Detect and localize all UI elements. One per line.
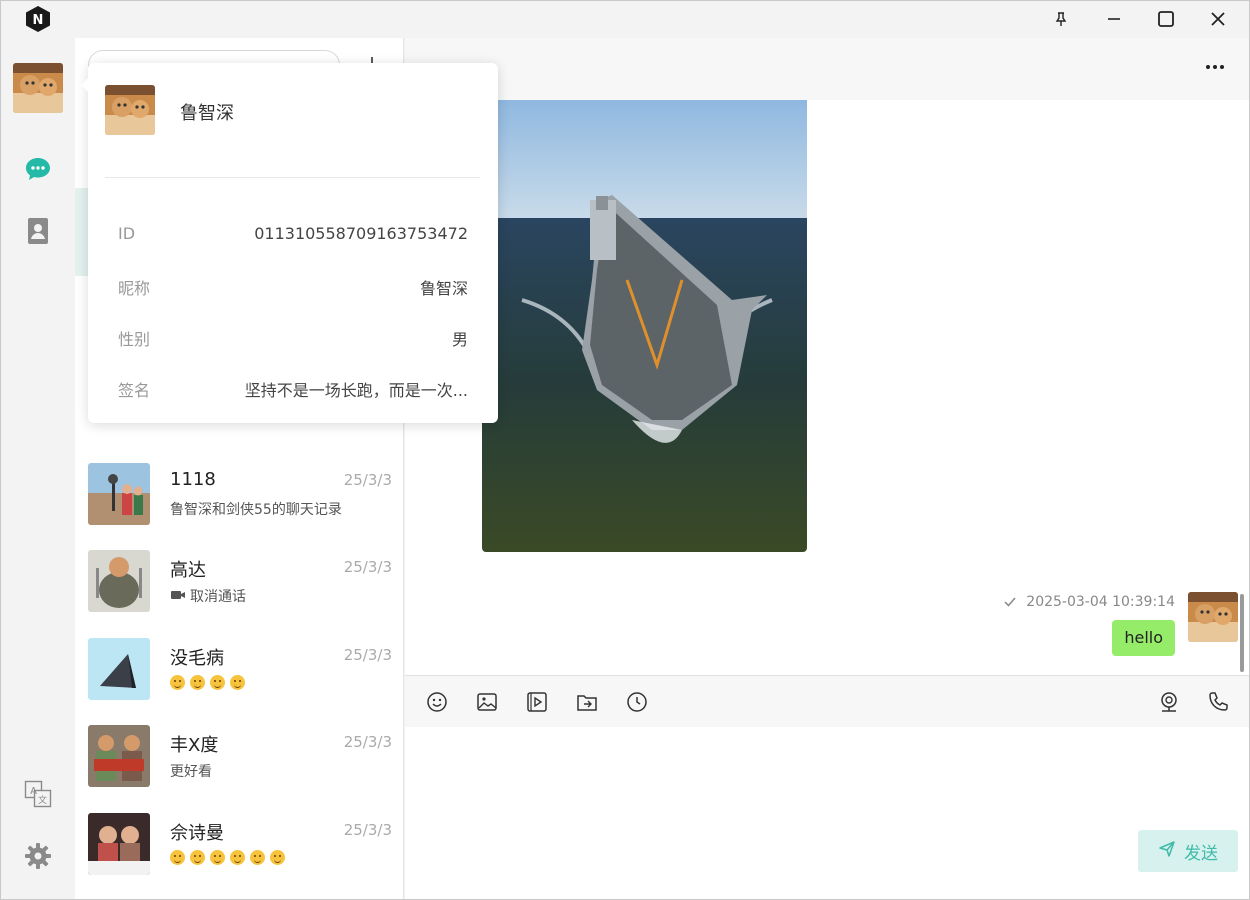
- field-value: 坚持不是一场长跑，而是一次...: [244, 381, 468, 400]
- session-row[interactable]: 佘诗曼 25/3/3: [75, 803, 404, 891]
- svg-text:N: N: [33, 13, 44, 28]
- user-avatar[interactable]: [13, 63, 63, 113]
- settings-icon[interactable]: [24, 842, 52, 870]
- contacts-icon[interactable]: [24, 217, 52, 245]
- emoji-icon: [210, 849, 225, 865]
- chat-toolbar: [405, 675, 1250, 727]
- file-icon[interactable]: [574, 689, 600, 715]
- field-label: 性别: [118, 330, 151, 349]
- session-name: 高达: [170, 560, 206, 581]
- close-icon[interactable]: [1206, 7, 1230, 31]
- video-call-icon: [170, 589, 186, 605]
- session-preview: 鲁智深和剑侠55的聊天记录: [170, 502, 342, 518]
- session-date: 25/3/3: [343, 646, 392, 664]
- emoji-icon: [190, 674, 205, 690]
- pin-icon[interactable]: [1049, 7, 1073, 31]
- session-avatar: [88, 813, 150, 875]
- left-rail: A文: [0, 38, 75, 900]
- session-preview-row: 取消通话: [170, 586, 246, 606]
- session-preview: 更好看: [170, 764, 212, 780]
- session-avatar: [88, 463, 150, 525]
- session-name: 1118: [170, 469, 216, 490]
- message-bubble[interactable]: hello: [1112, 620, 1175, 656]
- chat-icon[interactable]: [24, 155, 52, 183]
- field-value: 男: [451, 330, 468, 349]
- emoji-icon: [210, 674, 225, 690]
- session-row[interactable]: 1118 25/3/3 鲁智深和剑侠55的聊天记录: [75, 453, 404, 541]
- session-name: 佘诗曼: [170, 823, 224, 844]
- session-avatar: [88, 638, 150, 700]
- divider: [105, 177, 480, 178]
- session-avatar: [88, 550, 150, 612]
- emoji-icon: [170, 849, 185, 865]
- read-check-icon: [1003, 594, 1017, 608]
- profile-name: 鲁智深: [180, 103, 234, 124]
- video-icon[interactable]: [524, 689, 550, 715]
- send-button[interactable]: 发送: [1138, 830, 1238, 872]
- scrollbar[interactable]: [1240, 594, 1244, 672]
- profile-field-gender: 性别 男: [118, 326, 468, 350]
- send-icon: [1158, 840, 1176, 863]
- profile-avatar: [105, 85, 155, 135]
- session-date: 25/3/3: [343, 733, 392, 751]
- image-message[interactable]: [482, 100, 807, 552]
- svg-text:文: 文: [38, 794, 47, 806]
- session-date: 25/3/3: [343, 821, 392, 839]
- my-avatar[interactable]: [1188, 592, 1238, 642]
- field-label: ID: [118, 224, 136, 243]
- phone-icon[interactable]: [1205, 689, 1231, 715]
- session-preview-emojis: [170, 849, 290, 865]
- emoji-icon: [230, 849, 245, 865]
- field-label: 签名: [118, 381, 151, 400]
- emoji-icon: [190, 849, 205, 865]
- message-area: 2025-03-04 10:39:14 hello: [405, 100, 1250, 674]
- profile-field-signature: 签名 坚持不是一场长跑，而是一次...: [118, 377, 468, 401]
- session-preview: 取消通话: [190, 589, 246, 605]
- session-name: 没毛病: [170, 648, 224, 669]
- session-row[interactable]: 没毛病 25/3/3: [75, 628, 404, 716]
- field-value: 011310558709163753472: [254, 224, 468, 243]
- emoji-icon: [270, 849, 285, 865]
- message-timestamp: 2025-03-04 10:39:14: [1026, 594, 1175, 610]
- emoji-icon: [250, 849, 265, 865]
- session-date: 25/3/3: [343, 558, 392, 576]
- session-row[interactable]: 丰X度 25/3/3 更好看: [75, 715, 404, 803]
- image-icon[interactable]: [474, 689, 500, 715]
- session-date: 25/3/3: [343, 471, 392, 489]
- profile-popover: 鲁智深 ID 011310558709163753472 昵称 鲁智深 性别 男…: [81, 63, 498, 423]
- emoji-icon: [170, 674, 185, 690]
- video-call-icon[interactable]: [1156, 689, 1182, 715]
- message-input[interactable]: 发送: [405, 727, 1250, 900]
- session-avatar: [88, 725, 150, 787]
- minimize-icon[interactable]: [1102, 7, 1126, 31]
- history-icon[interactable]: [624, 689, 650, 715]
- session-preview-emojis: [170, 674, 250, 690]
- profile-field-id: ID 011310558709163753472: [118, 224, 468, 248]
- maximize-icon[interactable]: [1154, 7, 1178, 31]
- chat-header: [405, 38, 1250, 100]
- send-label: 发送: [1184, 843, 1218, 864]
- field-value: 鲁智深: [419, 279, 468, 298]
- profile-field-nickname: 昵称 鲁智深: [118, 275, 468, 299]
- field-label: 昵称: [118, 279, 151, 298]
- emoji-icon: [230, 674, 245, 690]
- svg-text:A: A: [30, 786, 37, 797]
- more-icon[interactable]: [1202, 54, 1228, 80]
- emoji-icon[interactable]: [424, 689, 450, 715]
- chat-panel: 2025-03-04 10:39:14 hello 发送: [405, 38, 1250, 900]
- app-logo: N: [26, 6, 50, 32]
- translate-icon[interactable]: A文: [24, 780, 52, 808]
- session-row[interactable]: 高达 25/3/3 取消通话: [75, 540, 404, 628]
- session-name: 丰X度: [170, 735, 219, 756]
- title-bar: N: [0, 0, 1250, 38]
